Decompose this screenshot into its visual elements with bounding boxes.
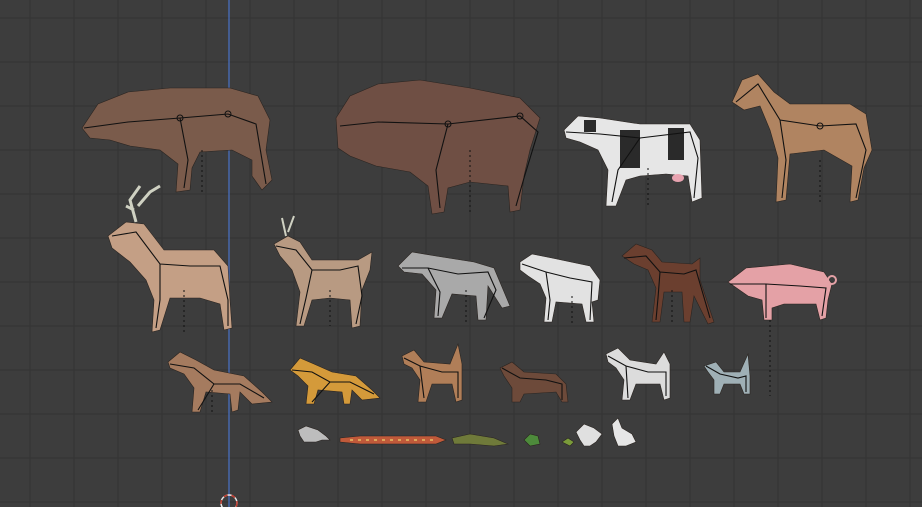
lizard-model[interactable] xyxy=(451,433,510,447)
cat-model[interactable] xyxy=(703,352,751,395)
3d-viewport[interactable] xyxy=(0,0,922,507)
viewport-canvas[interactable] xyxy=(0,0,922,507)
rat-model[interactable] xyxy=(297,425,331,443)
horse-model[interactable] xyxy=(731,73,873,204)
snake-model[interactable] xyxy=(339,435,447,445)
dog-model[interactable] xyxy=(401,342,463,403)
frog-model[interactable] xyxy=(523,433,541,447)
chicken-model[interactable] xyxy=(575,423,603,447)
cow-model[interactable] xyxy=(563,115,703,207)
fox-orange-model[interactable] xyxy=(289,357,381,405)
fox-gray-model[interactable] xyxy=(167,351,273,413)
cow-udder xyxy=(672,174,684,182)
sheep-model[interactable] xyxy=(519,253,601,324)
duck-model[interactable] xyxy=(611,417,637,447)
bear-model[interactable] xyxy=(81,87,273,193)
deer-antlers xyxy=(281,215,295,237)
wolf-model[interactable] xyxy=(397,251,511,322)
chick-model[interactable] xyxy=(561,437,575,447)
stag-antlers xyxy=(125,184,161,223)
deer-model[interactable] xyxy=(273,215,373,329)
doberman-model[interactable] xyxy=(621,243,715,325)
stag-model[interactable] xyxy=(107,184,233,333)
husky-model[interactable] xyxy=(605,347,671,401)
